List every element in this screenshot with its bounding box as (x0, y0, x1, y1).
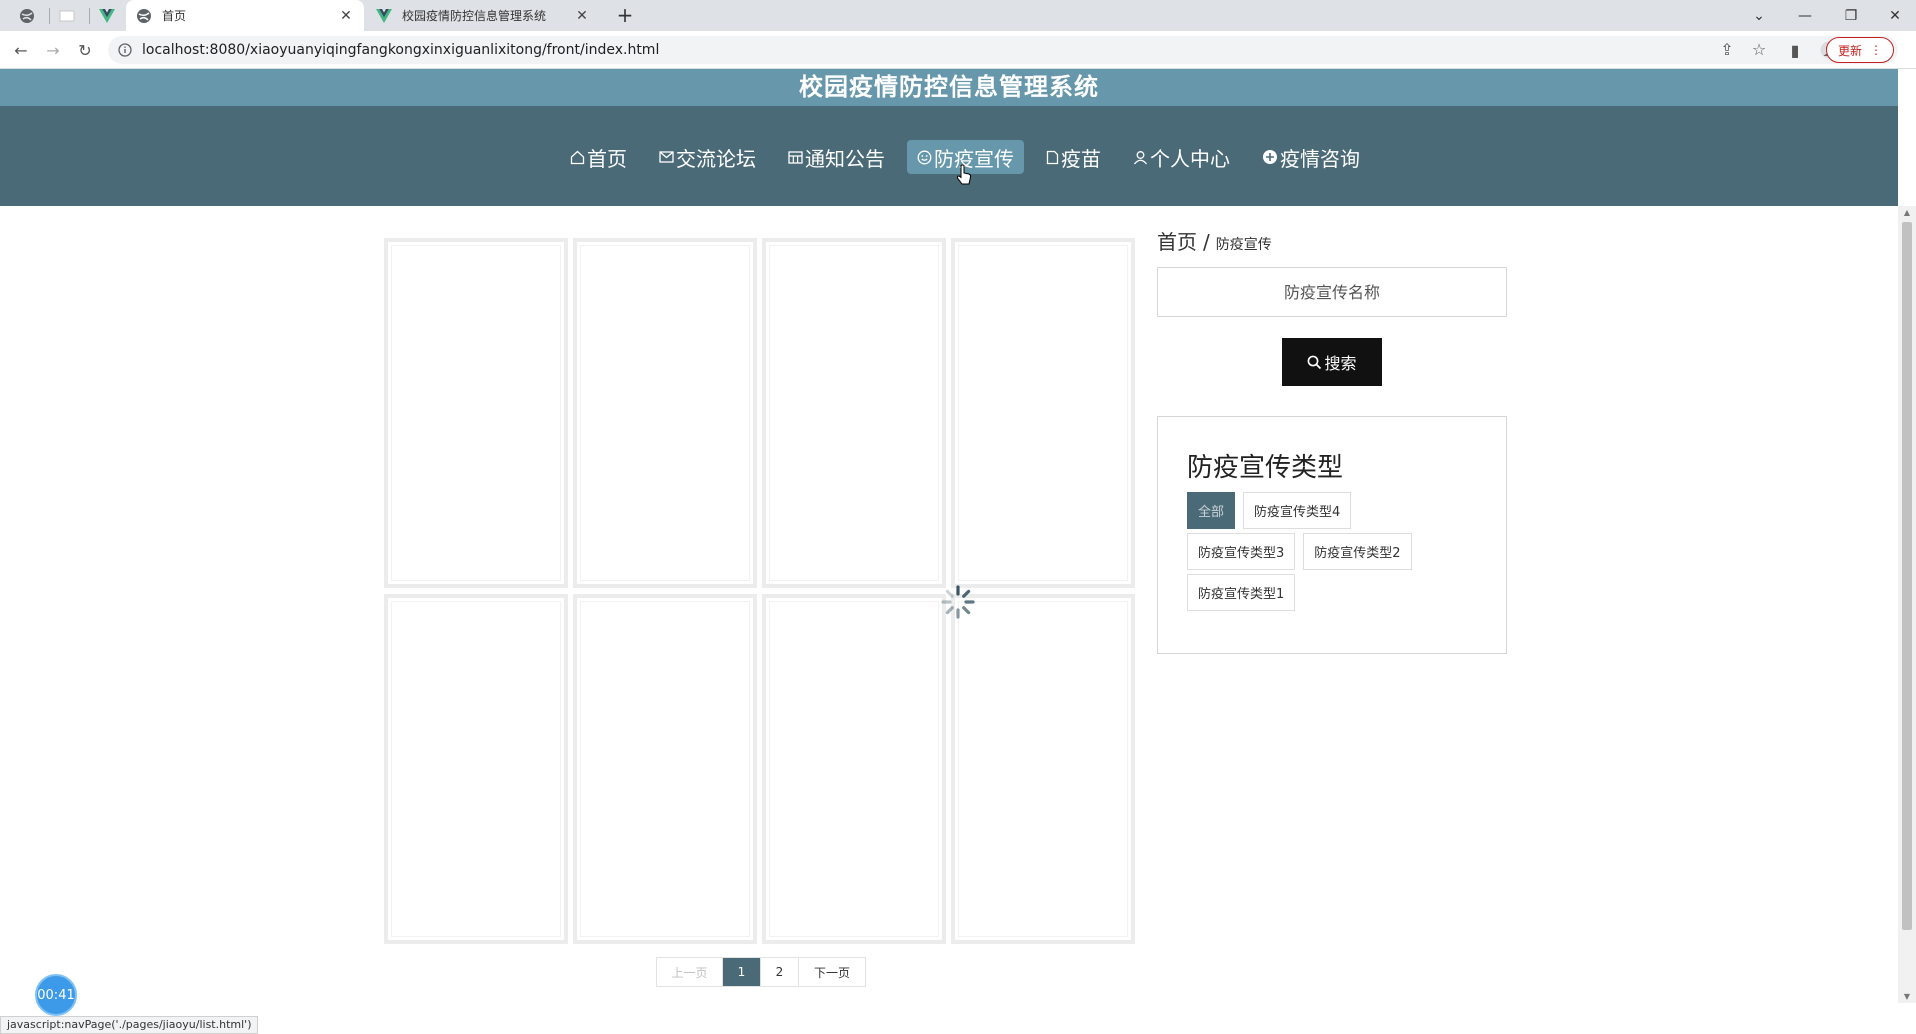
nav-item-home[interactable]: 首页 (560, 140, 637, 174)
search-button[interactable]: 搜索 (1282, 338, 1382, 386)
propaganda-card-grid (384, 238, 1136, 944)
browser-toolbar: ← → ↻ localhost:8080/xiaoyuanyiqingfangk… (0, 31, 1916, 69)
site-header: 校园疫情防控信息管理系统 (0, 69, 1898, 106)
close-window-icon[interactable]: ✕ (1872, 0, 1916, 31)
type-chip-3[interactable]: 防疫宣传类型3 (1187, 533, 1296, 570)
browser-tab-bar: 首页 ✕ 校园疫情防控信息管理系统 ✕ + ⌄ — ❐ ✕ (0, 0, 1916, 31)
more-vertical-icon: ⋮ (1870, 43, 1882, 57)
restore-icon[interactable]: ❐ (1828, 0, 1874, 31)
document-icon (1046, 150, 1059, 164)
propaganda-card[interactable] (384, 238, 568, 588)
main-nav: 首页 交流论坛 通知公告 防疫宣传 疫苗 个人中心 疫情咨询 (0, 106, 1898, 206)
page-2-button[interactable]: 2 (761, 958, 799, 986)
share-icon[interactable]: ⇪ (1714, 37, 1740, 61)
type-chip-4[interactable]: 防疫宣传类型4 (1243, 492, 1352, 529)
vue-logo-icon (99, 9, 115, 23)
tab-title: 首页 (162, 9, 187, 23)
pinned-tab-blank[interactable] (52, 4, 82, 28)
nav-label: 疫苗 (1061, 146, 1101, 171)
nav-label: 首页 (587, 146, 627, 171)
blank-page-icon (59, 10, 75, 22)
info-icon[interactable] (118, 43, 132, 57)
search-icon (1308, 355, 1322, 369)
globe-icon (20, 9, 34, 23)
propaganda-card[interactable] (384, 594, 568, 944)
tab-system[interactable]: 校园疫情防控信息管理系统 ✕ (366, 0, 600, 31)
smile-icon (917, 150, 932, 164)
globe-icon (137, 8, 151, 23)
scroll-down-icon[interactable]: ▼ (1902, 992, 1912, 1001)
chat-icon (1263, 150, 1277, 164)
next-page-button[interactable]: 下一页 (799, 958, 865, 986)
breadcrumb-current: 防疫宣传 (1215, 237, 1272, 253)
breadcrumb: 首页 / 防疫宣传 (1157, 226, 1507, 255)
scroll-thumb[interactable] (1902, 222, 1912, 930)
loading-spinner-icon (941, 585, 975, 619)
address-bar[interactable]: localhost:8080/xiaoyuanyiqingfangkongxin… (108, 36, 1898, 64)
tab-home[interactable]: 首页 ✕ (126, 0, 364, 31)
update-button[interactable]: 更新 ⋮ (1826, 37, 1894, 63)
pinned-tab-vue[interactable] (92, 4, 122, 28)
bookmark-star-icon[interactable]: ☆ (1746, 37, 1772, 61)
propaganda-card[interactable] (573, 594, 757, 944)
page-scrollbar[interactable]: ▲ ▼ (1898, 206, 1916, 1003)
nav-item-vaccine[interactable]: 疫苗 (1036, 140, 1111, 174)
nav-item-profile[interactable]: 个人中心 (1123, 140, 1240, 174)
nav-label: 防疫宣传 (934, 146, 1014, 171)
nav-item-notice[interactable]: 通知公告 (778, 140, 895, 174)
update-label: 更新 (1837, 43, 1862, 58)
nav-item-consult[interactable]: 疫情咨询 (1252, 140, 1370, 174)
nav-label: 个人中心 (1150, 146, 1230, 171)
timer-badge[interactable]: 00:41 (35, 974, 77, 1016)
type-chip-all[interactable]: 全部 (1187, 492, 1236, 529)
scroll-up-icon[interactable]: ▲ (1902, 208, 1912, 217)
nav-label: 通知公告 (805, 146, 885, 171)
pinned-tab-globe[interactable] (12, 4, 42, 28)
tab-separator (49, 8, 50, 24)
tab-separator (89, 8, 90, 24)
pagination: 上一页 1 2 下一页 (656, 957, 866, 987)
forward-arrow-icon[interactable]: → (40, 38, 66, 62)
prev-page-button[interactable]: 上一页 (657, 958, 723, 986)
type-chip-1[interactable]: 防疫宣传类型1 (1187, 574, 1296, 611)
breadcrumb-home[interactable]: 首页 (1157, 230, 1197, 254)
tab-title: 校园疫情防控信息管理系统 (402, 9, 547, 23)
user-icon (1133, 150, 1148, 164)
propaganda-card[interactable] (951, 594, 1135, 944)
page-1-button[interactable]: 1 (723, 958, 761, 986)
new-tab-button[interactable]: + (612, 3, 638, 29)
tab-search-chevron-icon[interactable]: ⌄ (1736, 0, 1782, 31)
type-chip-2[interactable]: 防疫宣传类型2 (1303, 533, 1412, 570)
search-input[interactable] (1157, 267, 1507, 317)
home-icon (570, 150, 585, 164)
minimize-icon[interactable]: — (1782, 0, 1828, 31)
hand-cursor-icon (956, 164, 972, 185)
reload-icon[interactable]: ↻ (72, 38, 98, 62)
status-bar-url: javascript:navPage('./pages/jiaoyu/list.… (0, 1016, 259, 1034)
mail-icon (659, 151, 674, 163)
type-filter-title: 防疫宣传类型 (1187, 453, 1344, 483)
close-tab-icon[interactable]: ✕ (574, 8, 590, 24)
type-filter-panel: 防疫宣传类型 全部 防疫宣传类型4 防疫宣传类型3 防疫宣传类型2 防疫宣传类型… (1157, 416, 1507, 654)
propaganda-card[interactable] (762, 238, 946, 588)
propaganda-card[interactable] (573, 238, 757, 588)
back-arrow-icon[interactable]: ← (8, 38, 34, 62)
nav-item-forum[interactable]: 交流论坛 (649, 140, 766, 174)
propaganda-card[interactable] (762, 594, 946, 944)
site-title: 校园疫情防控信息管理系统 (799, 73, 1099, 101)
nav-label: 疫情咨询 (1280, 146, 1360, 171)
side-panel-icon[interactable]: ▮ (1782, 38, 1808, 62)
sidebar: 首页/ 防疫宣传 搜索 防疫宣传类型 全部 防疫宣传类型4 防疫宣传类型3 防疫宣… (1157, 226, 1507, 654)
breadcrumb-separator: / (1203, 230, 1210, 254)
propaganda-card[interactable] (951, 238, 1135, 588)
nav-label: 交流论坛 (676, 146, 756, 171)
grid-icon (788, 150, 803, 164)
url-text: localhost:8080/xiaoyuanyiqingfangkongxin… (142, 42, 660, 58)
search-button-label: 搜索 (1324, 354, 1357, 373)
vue-logo-icon (376, 8, 392, 23)
close-tab-icon[interactable]: ✕ (338, 8, 354, 24)
